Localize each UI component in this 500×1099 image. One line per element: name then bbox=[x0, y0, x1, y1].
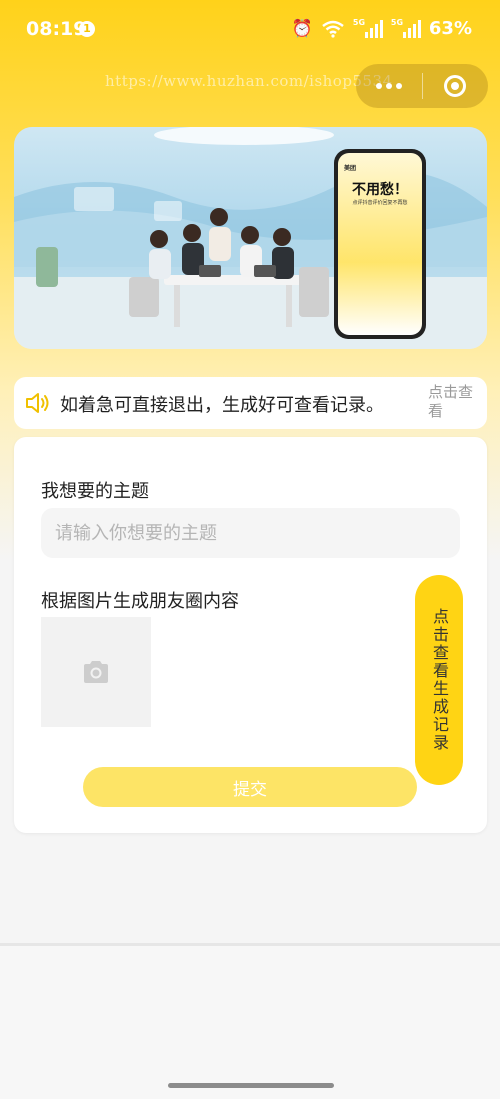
phone-screen: 美团 不用愁！ 点评抖音评价回复不再愁 bbox=[338, 153, 422, 335]
image-label: 根据图片生成朋友圈内容 bbox=[41, 591, 239, 612]
mini-program-capsule bbox=[356, 64, 488, 108]
status-icons: ⏰ 5G 5G 63% bbox=[291, 17, 472, 40]
signal-icon-2: 5G bbox=[390, 17, 421, 38]
view-records-link[interactable]: 点击查看 bbox=[428, 383, 484, 421]
wifi-icon bbox=[322, 20, 344, 38]
notification-badge: 1 bbox=[79, 21, 95, 37]
status-time: 08:19 bbox=[26, 18, 87, 40]
signal-icon-1: 5G bbox=[352, 17, 383, 38]
more-button[interactable] bbox=[356, 64, 422, 108]
submit-button[interactable]: 提交 bbox=[83, 767, 417, 807]
notice-bar: 如着急可直接退出，生成好可查看记录。 点击查看 bbox=[14, 377, 487, 429]
battery-level: 63% bbox=[428, 18, 472, 39]
camera-icon bbox=[84, 661, 108, 683]
target-icon bbox=[444, 75, 467, 97]
topic-input[interactable] bbox=[41, 508, 460, 558]
topic-label: 我想要的主题 bbox=[41, 481, 149, 502]
phone-subtitle: 点评抖音评价回复不再愁 bbox=[352, 200, 408, 206]
bottom-area bbox=[0, 946, 500, 1099]
banner-image[interactable]: 美团 不用愁！ 点评抖音评价回复不再愁 bbox=[14, 127, 487, 349]
view-history-label: 点击查看生成记录 bbox=[430, 608, 449, 752]
phone-title: 不用愁！ bbox=[352, 182, 408, 198]
more-icon bbox=[375, 83, 402, 89]
phone-mockup: 美团 不用愁！ 点评抖音评价回复不再愁 bbox=[334, 149, 426, 339]
home-indicator[interactable] bbox=[168, 1083, 334, 1088]
image-upload-button[interactable] bbox=[41, 617, 151, 727]
alarm-icon: ⏰ bbox=[291, 18, 313, 39]
close-miniprogram-button[interactable] bbox=[423, 64, 489, 108]
status-bar: 08:19 1 ⏰ 5G 5G 63% bbox=[0, 0, 500, 60]
watermark: https://www.huzhan.com/ishop5534 bbox=[105, 72, 393, 90]
speaker-icon bbox=[26, 393, 49, 413]
notice-text: 如着急可直接退出，生成好可查看记录。 bbox=[60, 395, 384, 416]
network-tag: 5G bbox=[390, 17, 404, 27]
view-history-button[interactable]: 点击查看生成记录 bbox=[415, 575, 463, 785]
phone-brand: 美团 bbox=[344, 165, 357, 172]
network-tag: 5G bbox=[352, 17, 366, 27]
